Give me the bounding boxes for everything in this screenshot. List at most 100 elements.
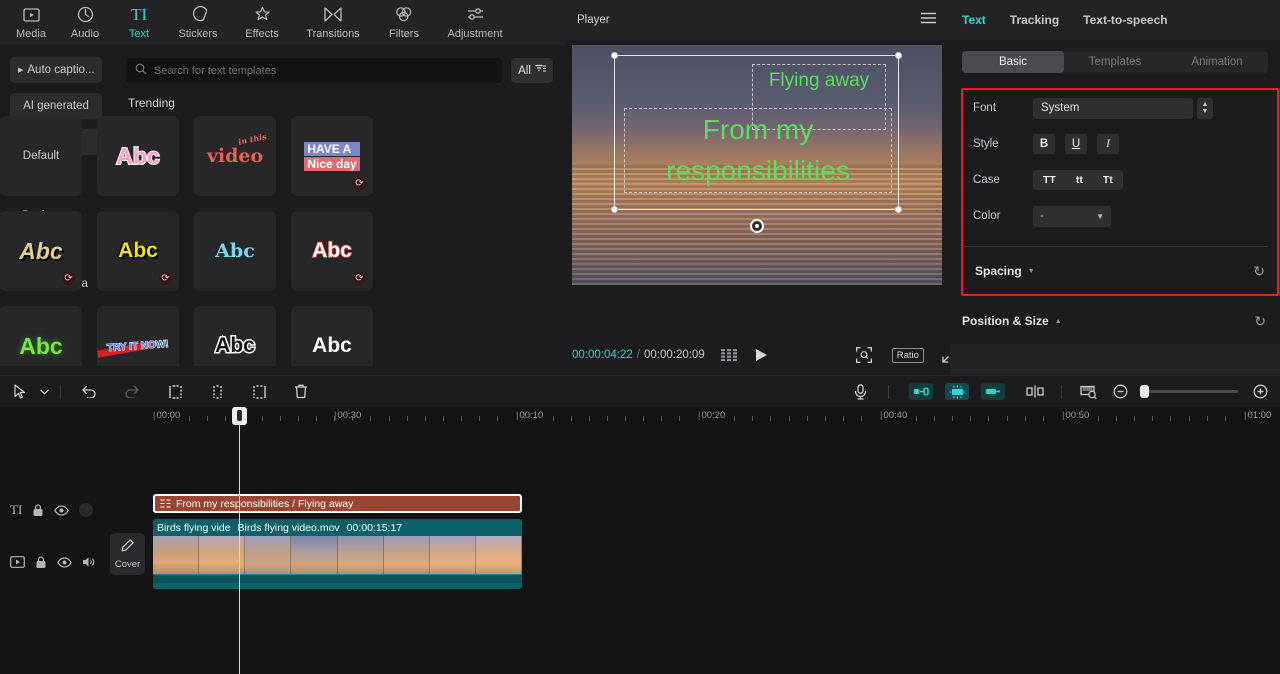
zoom-in-icon[interactable] xyxy=(1246,376,1274,408)
crop-icon[interactable] xyxy=(1074,376,1102,408)
template-tile-abc-blue[interactable]: Abc xyxy=(194,211,276,291)
nav-tab-stickers[interactable]: Stickers xyxy=(166,0,230,40)
template-tile-abc-gold[interactable]: Abc ⟳ xyxy=(0,211,82,291)
segment-animation[interactable]: Animation xyxy=(1166,51,1268,73)
marker-icon[interactable] xyxy=(981,383,1005,400)
sidebar-item-auto-caption[interactable]: ▶ Auto captio... xyxy=(10,57,102,83)
template-tile-abc-outline[interactable]: Abc xyxy=(194,306,276,366)
playhead-grip[interactable] xyxy=(232,407,247,425)
lock-icon[interactable] xyxy=(35,555,47,569)
case-uppercase-button[interactable]: TT xyxy=(1033,170,1066,190)
segment-basic[interactable]: Basic xyxy=(962,51,1064,73)
timeline-clip-video[interactable]: Birds flying vide Birds flying video.mov… xyxy=(153,519,522,589)
cover-button[interactable]: Cover xyxy=(110,533,145,575)
trim-right-icon[interactable] xyxy=(245,376,273,408)
keyframe-icon[interactable] xyxy=(945,383,969,400)
lock-icon[interactable] xyxy=(32,503,44,517)
ratio-button[interactable]: Ratio xyxy=(891,347,924,363)
timeline[interactable]: 00:00 00:10 00:20 00:40 00:50 01:00 xyxy=(0,407,1280,674)
resize-handle-bottom-left[interactable] xyxy=(611,206,618,213)
tab-text[interactable]: Text xyxy=(962,13,986,27)
tool-dropdown-icon[interactable] xyxy=(34,376,54,408)
position-size-reset-icon[interactable]: ↻ xyxy=(1254,313,1266,330)
template-tile-abc-pink[interactable]: Abc xyxy=(97,116,179,196)
zoom-slider[interactable] xyxy=(1140,385,1238,398)
spacing-reset-icon[interactable]: ↻ xyxy=(1253,263,1265,280)
cursor-icon[interactable] xyxy=(6,376,34,408)
tab-text-to-speech[interactable]: Text-to-speech xyxy=(1083,13,1167,27)
eye-icon[interactable] xyxy=(54,504,70,516)
search-input[interactable] xyxy=(154,64,493,77)
template-tile-have-a-nice-day[interactable]: HAVE A Nice day ⟳ xyxy=(291,116,373,196)
media-icon xyxy=(22,4,40,25)
redo-icon[interactable] xyxy=(117,376,145,408)
nav-tab-text[interactable]: TI Text xyxy=(112,0,166,41)
timeline-clip-text[interactable]: From my responsibilities / Flying away xyxy=(153,494,522,513)
video-track-icon xyxy=(10,556,25,568)
trash-icon[interactable] xyxy=(287,376,315,408)
timeline-ruler[interactable]: 00:00 00:10 00:20 00:40 00:50 01:00 xyxy=(0,407,1280,429)
nav-tab-transitions[interactable]: Transitions xyxy=(294,0,372,40)
resize-handle-top-left[interactable] xyxy=(611,52,618,59)
current-time[interactable]: 00:00:04:22 xyxy=(572,349,633,361)
template-tile-abc-white[interactable]: Abc xyxy=(291,306,373,366)
trim-left-icon[interactable] xyxy=(161,376,189,408)
nav-tab-media[interactable]: Media xyxy=(4,0,58,40)
resize-handle-bottom-right[interactable] xyxy=(895,206,902,213)
search-row: All xyxy=(112,45,565,83)
split-clip-icon[interactable] xyxy=(1021,376,1049,408)
color-select[interactable]: - ▼ xyxy=(1033,205,1111,227)
undo-icon[interactable] xyxy=(75,376,103,408)
zoom-out-icon[interactable] xyxy=(1106,376,1134,408)
nav-tab-audio[interactable]: Audio xyxy=(58,0,112,40)
template-tile-abc-red[interactable]: Abc ⟳ xyxy=(291,211,373,291)
download-icon[interactable]: ⟳ xyxy=(353,272,366,285)
segment-templates[interactable]: Templates xyxy=(1064,51,1166,73)
style-label: Style xyxy=(973,138,999,150)
play-button[interactable] xyxy=(755,348,768,362)
search-box[interactable] xyxy=(126,58,502,83)
download-icon[interactable]: ⟳ xyxy=(353,177,366,190)
download-icon[interactable]: ⟳ xyxy=(62,272,75,285)
text-overlay-from-my-responsibilities[interactable]: From my responsibilities xyxy=(624,108,892,193)
rotate-handle[interactable] xyxy=(749,219,764,233)
download-icon[interactable]: ⟳ xyxy=(159,272,172,285)
stickers-icon xyxy=(190,4,207,25)
speaker-icon[interactable] xyxy=(82,556,96,568)
case-lowercase-button[interactable]: tt xyxy=(1066,170,1093,190)
nav-tab-effects[interactable]: Effects xyxy=(230,0,294,40)
mixer-icon[interactable] xyxy=(909,383,933,400)
nav-tab-filters[interactable]: Filters xyxy=(372,0,436,40)
track-color-swatch[interactable] xyxy=(79,503,94,517)
bold-button[interactable]: B xyxy=(1033,134,1055,154)
eye-icon[interactable] xyxy=(57,556,72,568)
hamburger-icon[interactable] xyxy=(921,11,936,29)
nav-tab-adjustment[interactable]: Adjustment xyxy=(436,0,514,40)
case-titlecase-button[interactable]: Tt xyxy=(1093,170,1123,190)
template-tile-abc-green[interactable]: Abc xyxy=(0,306,82,366)
position-size-section-header[interactable]: Position & Size ▲ ↻ xyxy=(950,300,1280,342)
filter-all-button[interactable]: All xyxy=(511,58,553,83)
spacing-section-header[interactable]: Spacing ▼ ↻ xyxy=(963,250,1279,292)
microphone-icon[interactable] xyxy=(846,376,874,408)
template-tile-default[interactable]: Default xyxy=(0,116,82,196)
player-title: Player xyxy=(577,14,610,26)
playhead[interactable] xyxy=(232,407,247,674)
resize-handle-top-right[interactable] xyxy=(895,52,902,59)
font-spinner[interactable]: ▲ ▼ xyxy=(1197,97,1213,119)
template-tile-try-it-now[interactable]: TRY IT NOW! xyxy=(97,306,179,366)
search-icon xyxy=(135,62,147,80)
underline-button[interactable]: U xyxy=(1065,134,1087,154)
split-icon[interactable] xyxy=(203,376,231,408)
font-select[interactable]: System xyxy=(1033,97,1193,119)
video-preview-stage[interactable]: Flying away From my responsibilities xyxy=(572,45,942,285)
template-tile-video[interactable]: in this video xyxy=(194,116,276,196)
template-label: Abc xyxy=(214,333,257,359)
italic-button[interactable]: I xyxy=(1097,134,1119,154)
zoom-preview-icon[interactable] xyxy=(855,347,872,363)
template-tile-abc-yellow[interactable]: Abc ⟳ xyxy=(97,211,179,291)
tab-tracking[interactable]: Tracking xyxy=(1010,13,1059,27)
frame-view-icon[interactable] xyxy=(720,349,739,361)
zoom-slider-handle[interactable] xyxy=(1140,385,1149,398)
font-row: Font System ▲ ▼ xyxy=(963,90,1277,126)
